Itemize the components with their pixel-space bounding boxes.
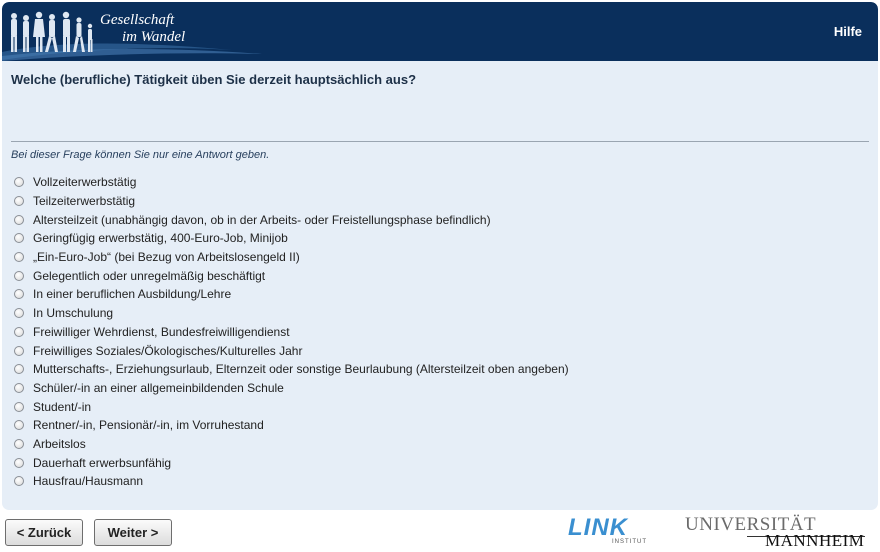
answer-option-label: Vollzeiterwerbstätig bbox=[33, 175, 137, 190]
brand-line-2: im Wandel bbox=[122, 29, 186, 45]
answer-option[interactable]: Mutterschafts-, Erziehungsurlaub, Eltern… bbox=[14, 360, 569, 379]
radio-button[interactable] bbox=[14, 177, 24, 188]
answer-option[interactable]: Freiwilliges Soziales/Ökologisches/Kultu… bbox=[14, 341, 569, 360]
question-text: Welche (berufliche) Tätigkeit üben Sie d… bbox=[11, 72, 417, 87]
answer-options-list: Vollzeiterwerbstätig Teilzeiterwerbstäti… bbox=[14, 173, 569, 491]
brand-line-1: Gesellschaft bbox=[100, 12, 175, 28]
answer-option-label: Hausfrau/Hausmann bbox=[33, 474, 144, 489]
answer-option[interactable]: Schüler/-in an einer allgemeinbildenden … bbox=[14, 379, 569, 398]
radio-button[interactable] bbox=[14, 457, 24, 468]
radio-button[interactable] bbox=[14, 289, 24, 300]
radio-button[interactable] bbox=[14, 420, 24, 431]
brand-logo-text: Gesellschaft im Wandel bbox=[100, 12, 185, 46]
answer-option[interactable]: In einer beruflichen Ausbildung/Lehre bbox=[14, 285, 569, 304]
answer-option-label: Teilzeiterwerbstätig bbox=[33, 194, 136, 209]
answer-option[interactable]: Rentner/-in, Pensionär/-in, im Vorruhest… bbox=[14, 416, 569, 435]
link-logo-subtext: INSTITUT bbox=[612, 539, 647, 545]
answer-option[interactable]: „Ein-Euro-Job“ (bei Bezug von Arbeitslos… bbox=[14, 248, 569, 267]
back-button[interactable]: < Zurück bbox=[5, 519, 83, 546]
answer-option[interactable]: In Umschulung bbox=[14, 304, 569, 323]
answer-option-label: In einer beruflichen Ausbildung/Lehre bbox=[33, 287, 232, 302]
radio-button[interactable] bbox=[14, 233, 24, 244]
radio-button[interactable] bbox=[14, 401, 24, 412]
radio-button[interactable] bbox=[14, 382, 24, 393]
answer-option-label: Dauerhaft erwerbsunfähig bbox=[33, 455, 172, 470]
survey-frame: Gesellschaft im Wandel Hilfe Welche (ber… bbox=[2, 2, 878, 510]
answer-option-label: Altersteilzeit (unabhängig davon, ob in … bbox=[33, 212, 491, 227]
radio-button[interactable] bbox=[14, 438, 24, 449]
answer-option-label: Geringfügig erwerbstätig, 400-Euro-Job, … bbox=[33, 231, 288, 246]
next-button[interactable]: Weiter > bbox=[94, 519, 172, 546]
answer-option[interactable]: Teilzeiterwerbstätig bbox=[14, 192, 569, 211]
answer-option-label: Gelegentlich oder unregelmäßig beschäfti… bbox=[33, 268, 266, 283]
answer-option-label: Freiwilliger Wehrdienst, Bundesfreiwilli… bbox=[33, 324, 290, 339]
radio-button[interactable] bbox=[14, 270, 24, 281]
radio-button[interactable] bbox=[14, 252, 24, 263]
radio-button[interactable] bbox=[14, 476, 24, 487]
answer-option-label: Arbeitslos bbox=[33, 436, 86, 451]
radio-button[interactable] bbox=[14, 364, 24, 375]
link-logo-text: LINK bbox=[568, 514, 628, 541]
help-link[interactable]: Hilfe bbox=[834, 24, 862, 39]
answer-option-label: Schüler/-in an einer allgemeinbildenden … bbox=[33, 380, 284, 395]
answer-option[interactable]: Vollzeiterwerbstätig bbox=[14, 173, 569, 192]
header-bar: Gesellschaft im Wandel Hilfe bbox=[2, 2, 878, 61]
answer-option[interactable]: Arbeitslos bbox=[14, 435, 569, 454]
answer-option-label: Rentner/-in, Pensionär/-in, im Vorruhest… bbox=[33, 418, 264, 433]
answer-option[interactable]: Gelegentlich oder unregelmäßig beschäfti… bbox=[14, 266, 569, 285]
radio-button[interactable] bbox=[14, 308, 24, 319]
answer-option-label: In Umschulung bbox=[33, 306, 114, 321]
link-institut-logo: LINK INSTITUT bbox=[568, 516, 652, 550]
answer-option-label: Freiwilliges Soziales/Ökologisches/Kultu… bbox=[33, 343, 303, 358]
university-logo-line-2: MANNHEIM bbox=[765, 531, 865, 550]
radio-button[interactable] bbox=[14, 214, 24, 225]
radio-button[interactable] bbox=[14, 326, 24, 337]
radio-button[interactable] bbox=[14, 345, 24, 356]
radio-button[interactable] bbox=[14, 196, 24, 207]
answer-option-label: Student/-in bbox=[33, 399, 92, 414]
university-mannheim-logo: UNIVERSITÄT MANNHEIM bbox=[685, 514, 870, 550]
people-silhouette-icon bbox=[11, 11, 93, 52]
answer-option[interactable]: Geringfügig erwerbstätig, 400-Euro-Job, … bbox=[14, 229, 569, 248]
answer-option[interactable]: Student/-in bbox=[14, 397, 569, 416]
answer-option-label: „Ein-Euro-Job“ (bei Bezug von Arbeitslos… bbox=[33, 250, 300, 265]
answer-option-label: Mutterschafts-, Erziehungsurlaub, Eltern… bbox=[33, 362, 569, 377]
answer-option[interactable]: Freiwilliger Wehrdienst, Bundesfreiwilli… bbox=[14, 323, 569, 342]
answer-option[interactable]: Hausfrau/Hausmann bbox=[14, 472, 569, 491]
divider bbox=[11, 141, 869, 142]
answer-option[interactable]: Dauerhaft erwerbsunfähig bbox=[14, 453, 569, 472]
answer-option[interactable]: Altersteilzeit (unabhängig davon, ob in … bbox=[14, 210, 569, 229]
answer-instruction: Bei dieser Frage können Sie nur eine Ant… bbox=[11, 149, 270, 161]
